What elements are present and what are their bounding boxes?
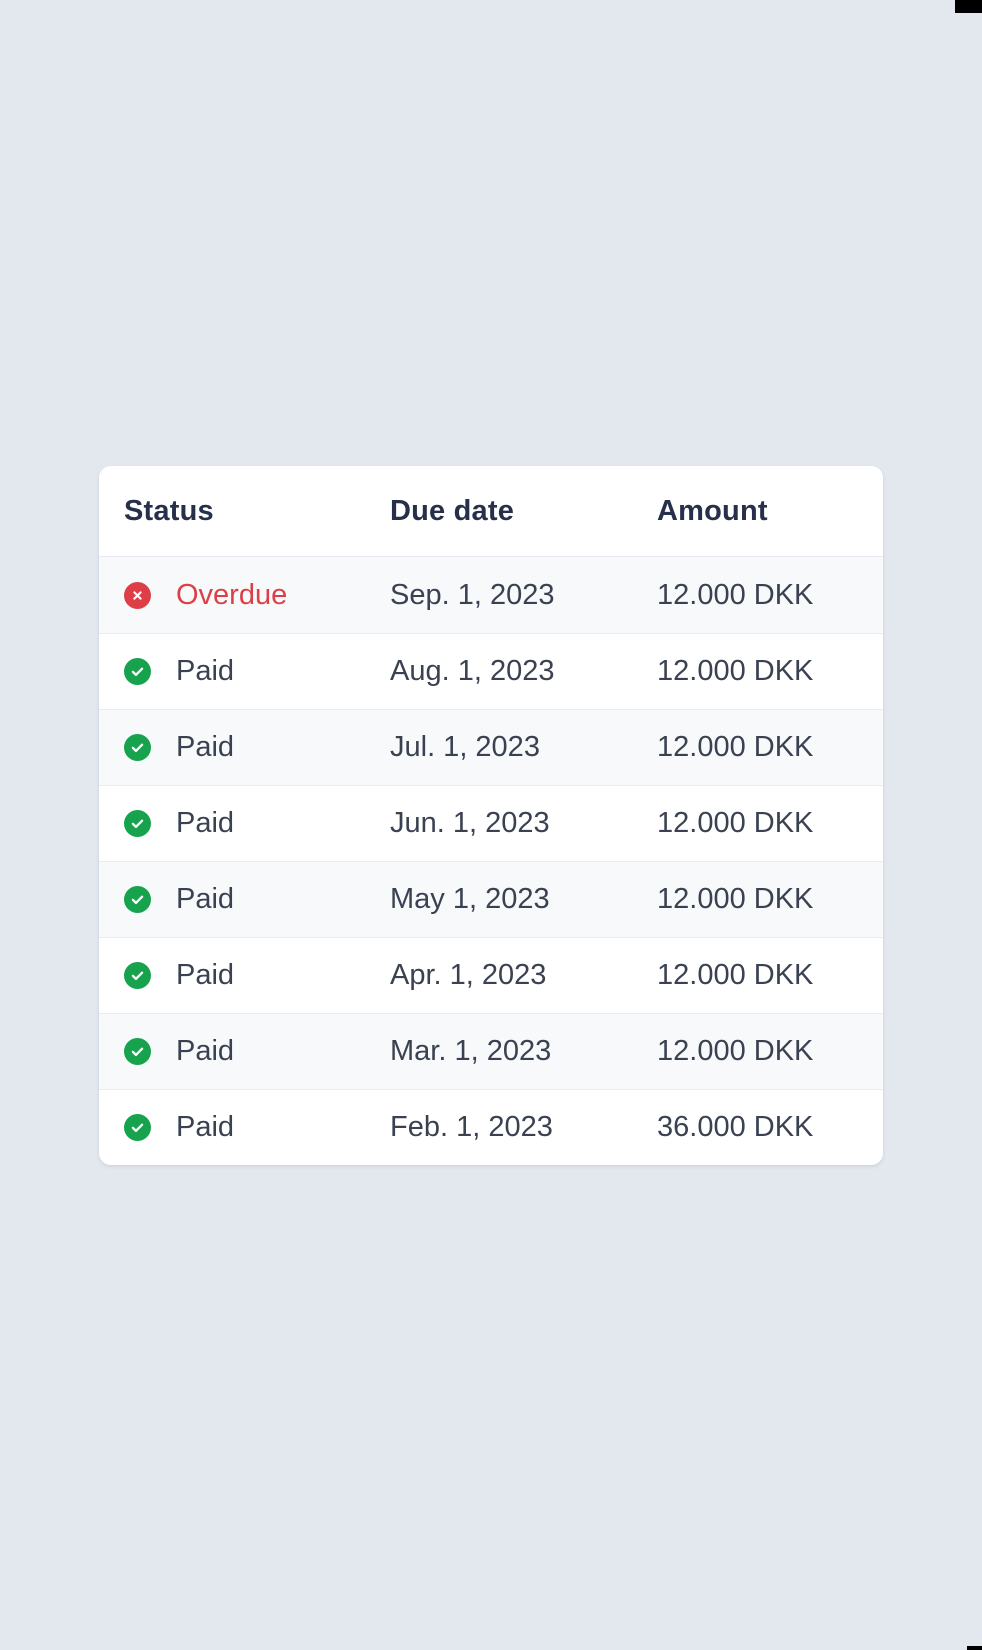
status-label: Paid	[176, 807, 234, 840]
screenshot-artifact-top-right	[955, 0, 982, 13]
due-date-cell: Aug. 1, 2023	[390, 655, 657, 688]
status-label: Paid	[176, 883, 234, 916]
due-date-cell: Sep. 1, 2023	[390, 579, 657, 612]
status-cell: Paid	[99, 731, 390, 764]
table-row: Paid Aug. 1, 202312.000 DKK	[99, 633, 883, 709]
table-row: Paid Apr. 1, 202312.000 DKK	[99, 937, 883, 1013]
table-row: Paid Feb. 1, 202336.000 DKK	[99, 1089, 883, 1165]
status-cell: Paid	[99, 807, 390, 840]
amount-cell: 12.000 DKK	[657, 579, 883, 612]
due-date-cell: Apr. 1, 2023	[390, 959, 657, 992]
check-circle-icon	[124, 962, 151, 989]
amount-cell: 36.000 DKK	[657, 1111, 883, 1144]
status-cell: Paid	[99, 883, 390, 916]
status-label: Paid	[176, 1111, 234, 1144]
column-header-amount: Amount	[657, 495, 883, 528]
amount-cell: 12.000 DKK	[657, 1035, 883, 1068]
check-circle-icon	[124, 1038, 151, 1065]
status-label: Paid	[176, 731, 234, 764]
payment-schedule-card: Status Due date Amount Overdue Sep. 1, 20…	[99, 466, 883, 1165]
x-circle-icon	[124, 582, 151, 609]
table-row: Overdue Sep. 1, 202312.000 DKK	[99, 557, 883, 633]
table-row: Paid Jun. 1, 202312.000 DKK	[99, 785, 883, 861]
status-cell: Paid	[99, 655, 390, 688]
table-row: Paid May 1, 202312.000 DKK	[99, 861, 883, 937]
check-circle-icon	[124, 734, 151, 761]
status-cell: Overdue	[99, 579, 390, 612]
table-body: OverdueSep. 1, 202312.000 DKKPaidAug. 1,…	[99, 557, 883, 1165]
check-circle-icon	[124, 1114, 151, 1141]
due-date-cell: Jul. 1, 2023	[390, 731, 657, 764]
amount-cell: 12.000 DKK	[657, 655, 883, 688]
amount-cell: 12.000 DKK	[657, 807, 883, 840]
status-cell: Paid	[99, 1111, 390, 1144]
amount-cell: 12.000 DKK	[657, 883, 883, 916]
status-label: Overdue	[176, 579, 287, 612]
column-header-status: Status	[99, 495, 390, 528]
column-header-due-date: Due date	[390, 495, 657, 528]
check-circle-icon	[124, 810, 151, 837]
screenshot-artifact-bottom-right	[967, 1646, 982, 1650]
status-label: Paid	[176, 655, 234, 688]
due-date-cell: Feb. 1, 2023	[390, 1111, 657, 1144]
due-date-cell: Mar. 1, 2023	[390, 1035, 657, 1068]
due-date-cell: Jun. 1, 2023	[390, 807, 657, 840]
amount-cell: 12.000 DKK	[657, 959, 883, 992]
status-cell: Paid	[99, 1035, 390, 1068]
status-label: Paid	[176, 1035, 234, 1068]
amount-cell: 12.000 DKK	[657, 731, 883, 764]
check-circle-icon	[124, 886, 151, 913]
status-label: Paid	[176, 959, 234, 992]
table-row: Paid Jul. 1, 202312.000 DKK	[99, 709, 883, 785]
check-circle-icon	[124, 658, 151, 685]
due-date-cell: May 1, 2023	[390, 883, 657, 916]
table-row: Paid Mar. 1, 202312.000 DKK	[99, 1013, 883, 1089]
status-cell: Paid	[99, 959, 390, 992]
table-header-row: Status Due date Amount	[99, 466, 883, 557]
